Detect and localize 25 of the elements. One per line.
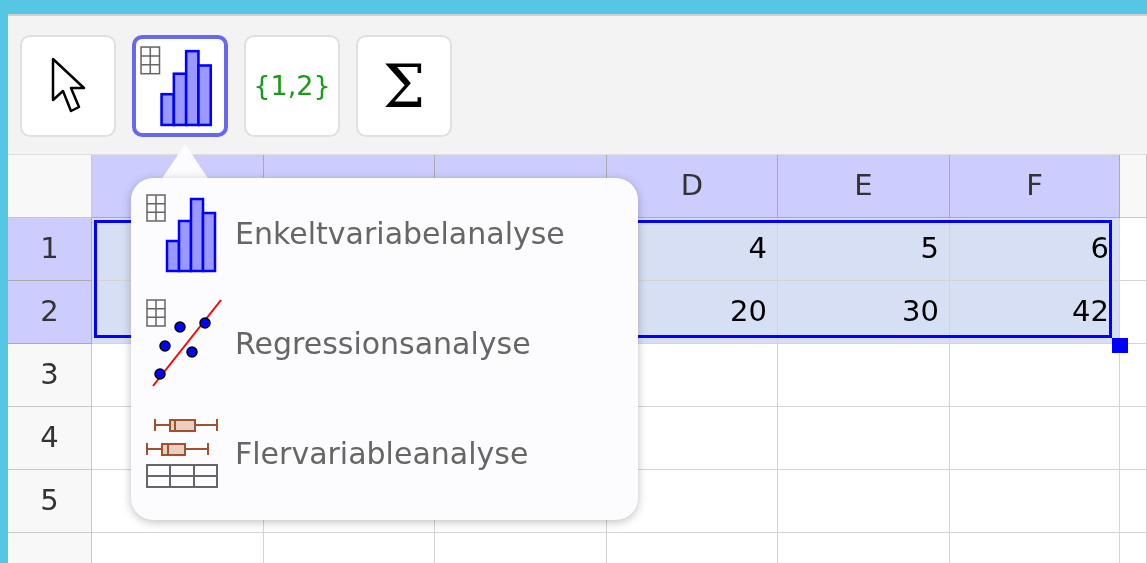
- spreadsheet-cell: 30: [778, 281, 950, 344]
- spreadsheet-cell: [1120, 407, 1147, 470]
- analysis-tool-button[interactable]: [132, 35, 228, 137]
- pointer-tool-button[interactable]: [20, 35, 116, 137]
- column-header[interactable]: [1120, 155, 1147, 218]
- menu-item[interactable]: Flervariableanalyse: [235, 430, 529, 476]
- row-header[interactable]: 5: [8, 470, 92, 533]
- spreadsheet-cell: [1120, 218, 1147, 281]
- spreadsheet-cell: 42: [950, 281, 1120, 344]
- row-header[interactable]: 1: [8, 218, 92, 281]
- fill-handle[interactable]: [1112, 338, 1128, 353]
- spreadsheet-cell: 5: [778, 218, 950, 281]
- list-tool-button[interactable]: {1,2}: [244, 35, 340, 137]
- row-header[interactable]: 4: [8, 407, 92, 470]
- scatter-plot-icon: [145, 298, 225, 388]
- spreadsheet-cell: [1120, 470, 1147, 533]
- corner-cell[interactable]: [8, 155, 92, 218]
- spreadsheet-cell: 6: [950, 218, 1120, 281]
- column-header[interactable]: F: [950, 155, 1120, 218]
- row-header[interactable]: 2: [8, 281, 92, 344]
- row-header[interactable]: 3: [8, 344, 92, 407]
- menu-item[interactable]: Enkeltvariabelanalyse: [235, 210, 565, 256]
- sum-tool-button[interactable]: Σ: [356, 35, 452, 137]
- menu-item[interactable]: Regressionsanalyse: [235, 320, 531, 366]
- column-header[interactable]: E: [778, 155, 950, 218]
